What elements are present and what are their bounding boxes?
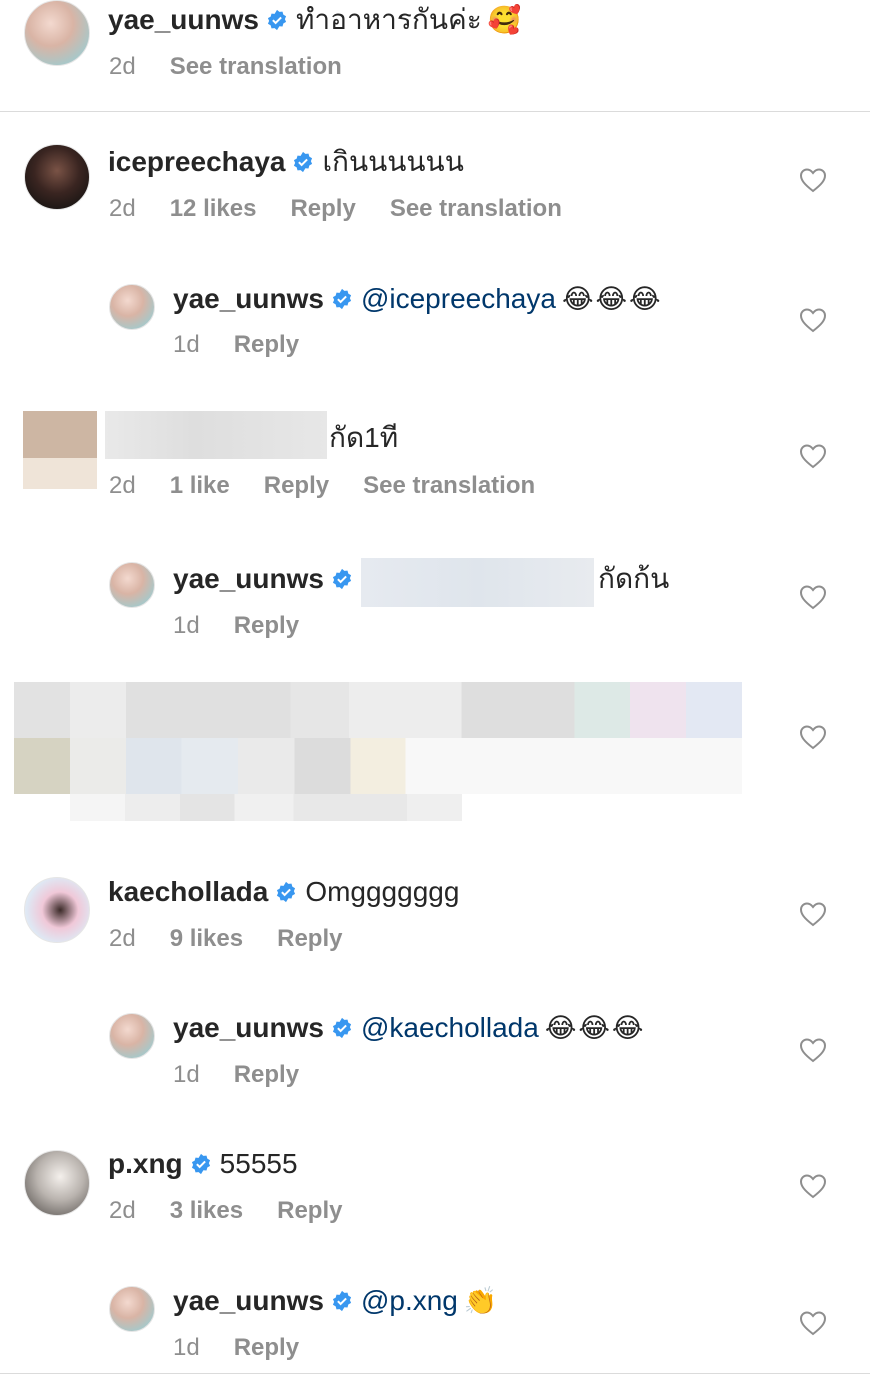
avatar[interactable] (109, 1013, 155, 1059)
comment-meta: 2d 1 like Reply See translation (109, 469, 569, 503)
avatar[interactable] (24, 1150, 90, 1216)
see-translation-link[interactable]: See translation (390, 195, 562, 223)
blurred-avatar (23, 411, 97, 489)
avatar[interactable] (109, 562, 155, 608)
heart-outline-icon[interactable] (799, 167, 827, 193)
comment-line-tail: กัดก้น (598, 559, 669, 599)
verified-badge-icon (332, 1017, 352, 1039)
comment-meta: 2d 3 likes Reply (109, 1194, 376, 1228)
heart-outline-icon[interactable] (799, 724, 827, 750)
avatar[interactable] (109, 1286, 155, 1332)
comment-text: กัดก้น (598, 563, 670, 594)
timestamp: 2d (109, 472, 136, 499)
blurred-comment (14, 682, 742, 738)
comment-meta: 1d Reply (173, 328, 333, 362)
heart-outline-icon[interactable] (799, 1037, 827, 1063)
timestamp: 1d (173, 331, 200, 358)
likes-count[interactable]: 1 like (170, 472, 230, 500)
reply-button[interactable]: Reply (234, 612, 299, 640)
reply-button[interactable]: Reply (277, 925, 342, 953)
comment-meta: 2d 9 likes Reply (109, 922, 376, 956)
timestamp: 2d (109, 1197, 136, 1224)
comment-line: yae_uunws @p.xng 👏 (173, 1281, 500, 1321)
comment-text: ทำอาหารกันค่ะ (295, 4, 482, 35)
verified-badge-icon (294, 151, 313, 173)
emoji: 🥰 (487, 5, 524, 35)
timestamp: 2d (109, 925, 136, 952)
reply-button[interactable]: Reply (290, 195, 355, 223)
emoji: 😂😂😂 (561, 283, 663, 314)
username[interactable]: kaechollada (108, 876, 268, 908)
verified-badge-icon (332, 1290, 352, 1312)
heart-outline-icon[interactable] (799, 443, 827, 469)
divider (0, 111, 870, 112)
reply-button[interactable]: Reply (234, 1061, 299, 1089)
comment-meta: 2d See translation (109, 50, 376, 84)
comment-line: yae_uunws (173, 559, 361, 599)
username[interactable]: yae_uunws (173, 1012, 324, 1044)
divider (0, 1373, 870, 1374)
emoji: 😂😂😂 (544, 1012, 646, 1043)
blurred-comment (14, 738, 742, 794)
comment-line: yae_uunws @icepreechaya 😂😂😂 (173, 279, 663, 319)
heart-outline-icon[interactable] (799, 584, 827, 610)
blurred-username (105, 411, 327, 459)
username[interactable]: p.xng (108, 1148, 183, 1180)
avatar[interactable] (109, 284, 155, 330)
heart-outline-icon[interactable] (799, 901, 827, 927)
mention-link[interactable]: @p.xng (361, 1285, 458, 1317)
comment-text: Omggggggg (305, 876, 460, 907)
username[interactable]: yae_uunws (108, 4, 259, 36)
avatar[interactable] (24, 144, 90, 210)
likes-count[interactable]: 9 likes (170, 925, 243, 953)
likes-count[interactable]: 3 likes (170, 1197, 243, 1225)
blurred-comment (70, 794, 462, 821)
comment-text: กัด1ที (329, 422, 399, 453)
reply-button[interactable]: Reply (234, 1334, 299, 1362)
timestamp: 1d (173, 1061, 200, 1088)
username[interactable]: icepreechaya (108, 146, 285, 178)
blurred-mention (361, 558, 594, 607)
reply-button[interactable]: Reply (277, 1197, 342, 1225)
mention-link[interactable]: @icepreechaya (361, 283, 556, 315)
comment-line: yae_uunws @kaechollada 😂😂😂 (173, 1008, 645, 1048)
avatar[interactable] (24, 877, 90, 943)
reply-button[interactable]: Reply (264, 472, 329, 500)
timestamp: 1d (173, 612, 200, 639)
verified-badge-icon (267, 9, 287, 31)
emoji: 👏 (463, 1286, 500, 1316)
heart-outline-icon[interactable] (799, 1310, 827, 1336)
likes-count[interactable]: 12 likes (170, 195, 257, 223)
verified-badge-icon (332, 288, 352, 310)
heart-outline-icon[interactable] (799, 1173, 827, 1199)
comment-meta: 1d Reply (173, 1331, 333, 1365)
username[interactable]: yae_uunws (173, 563, 324, 595)
timestamp: 1d (173, 1334, 200, 1361)
timestamp: 2d (109, 53, 136, 80)
comment-line: p.xng 55555 (108, 1144, 298, 1184)
username[interactable]: yae_uunws (173, 1285, 324, 1317)
heart-outline-icon[interactable] (799, 307, 827, 333)
username[interactable]: yae_uunws (173, 283, 324, 315)
see-translation-link[interactable]: See translation (170, 53, 342, 81)
comment-meta: 1d Reply (173, 1058, 333, 1092)
verified-badge-icon (191, 1153, 210, 1175)
comment-text: เกินนนนนน (322, 146, 464, 177)
mention-link[interactable]: @kaechollada (361, 1012, 539, 1044)
see-translation-link[interactable]: See translation (363, 472, 535, 500)
comment-line: yae_uunws ทำอาหารกันค่ะ 🥰 (108, 0, 523, 40)
comment-text: 55555 (219, 1148, 298, 1179)
verified-badge-icon (332, 568, 352, 590)
verified-badge-icon (277, 881, 296, 903)
comment-meta: 2d 12 likes Reply See translation (109, 192, 596, 226)
comment-line: kaechollada Omggggggg (108, 872, 459, 912)
comment-line: icepreechaya เกินนนนนน (108, 142, 464, 182)
comment-line: กัด1ที (329, 418, 398, 458)
avatar[interactable] (24, 0, 90, 66)
reply-button[interactable]: Reply (234, 331, 299, 359)
timestamp: 2d (109, 195, 136, 222)
comment-meta: 1d Reply (173, 609, 333, 643)
